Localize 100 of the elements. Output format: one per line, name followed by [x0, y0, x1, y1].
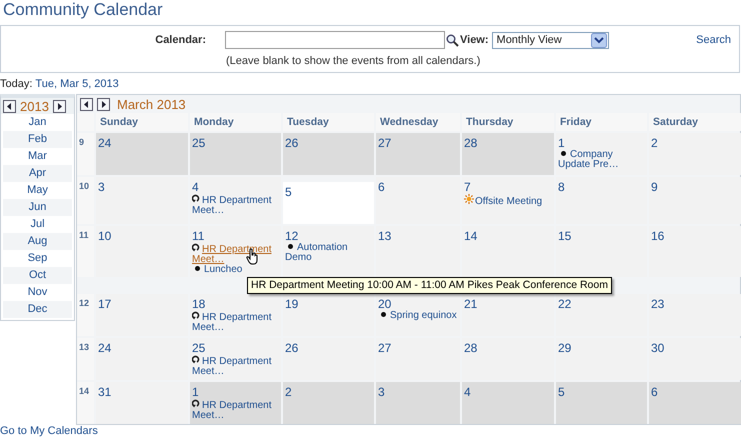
- day-cell[interactable]: 24: [96, 133, 188, 175]
- day-cell[interactable]: 16: [649, 226, 741, 277]
- day-cell[interactable]: 31: [96, 382, 188, 424]
- day-cell[interactable]: 20 Spring equinox: [376, 294, 460, 336]
- day-cell[interactable]: 27: [376, 133, 460, 175]
- day-number[interactable]: 29: [558, 341, 646, 355]
- day-cell[interactable]: 26: [283, 338, 374, 380]
- month-link[interactable]: Jun: [3, 199, 72, 216]
- day-number[interactable]: 19: [285, 297, 373, 311]
- day-number[interactable]: 2: [651, 136, 741, 150]
- day-number[interactable]: 28: [464, 341, 553, 355]
- view-dropdown[interactable]: Monthly View: [492, 32, 609, 48]
- day-number[interactable]: 5: [558, 385, 646, 399]
- day-number[interactable]: 23: [651, 297, 741, 311]
- day-number[interactable]: 5: [285, 185, 292, 222]
- day-number[interactable]: 11: [192, 229, 280, 243]
- day-number[interactable]: 27: [378, 136, 459, 150]
- day-cell[interactable]: 2: [649, 133, 741, 175]
- day-cell[interactable]: 30: [649, 338, 741, 380]
- day-number[interactable]: 2: [285, 385, 373, 399]
- day-number[interactable]: 28: [464, 136, 553, 150]
- event-link[interactable]: HR Department Meet…: [192, 399, 280, 421]
- day-cell[interactable]: 3: [96, 177, 188, 224]
- day-cell[interactable]: 27: [376, 338, 460, 380]
- event-link[interactable]: Luncheo: [192, 265, 280, 275]
- my-calendars-link[interactable]: Go to My Calendars: [0, 425, 741, 437]
- day-number[interactable]: 21: [464, 297, 553, 311]
- day-number[interactable]: 16: [651, 229, 741, 243]
- previous-icon[interactable]: [3, 100, 16, 112]
- day-cell[interactable]: 3: [376, 382, 460, 424]
- next-icon[interactable]: [52, 100, 66, 112]
- day-number[interactable]: 1: [192, 385, 280, 399]
- day-cell[interactable]: 17: [96, 294, 188, 336]
- day-cell[interactable]: 22: [556, 294, 647, 336]
- event-link[interactable]: HR Department Meet…: [192, 355, 280, 377]
- day-number[interactable]: 10: [98, 229, 187, 243]
- day-number[interactable]: 13: [378, 229, 459, 243]
- day-number[interactable]: 31: [98, 385, 187, 399]
- day-cell[interactable]: 5: [556, 382, 647, 424]
- day-cell[interactable]: 8: [556, 177, 647, 224]
- month-link[interactable]: Feb: [3, 131, 72, 148]
- search-icon[interactable]: [446, 34, 459, 46]
- day-cell[interactable]: 6: [649, 382, 741, 424]
- event-link[interactable]: Offsite Meeting: [464, 194, 553, 207]
- month-link[interactable]: Mar: [3, 148, 72, 165]
- day-number[interactable]: 25: [192, 136, 280, 150]
- month-link[interactable]: Aug: [3, 233, 72, 250]
- event-link[interactable]: Automation Demo: [285, 243, 373, 263]
- day-cell[interactable]: 23: [649, 294, 741, 336]
- day-cell[interactable]: 7 Offsite Meeting: [462, 177, 554, 224]
- month-link[interactable]: Jul: [3, 216, 72, 233]
- day-number[interactable]: 17: [98, 297, 187, 311]
- day-number[interactable]: 15: [558, 229, 646, 243]
- today-link[interactable]: Tue, Mar 5, 2013: [35, 78, 119, 92]
- day-cell[interactable]: 5: [283, 182, 374, 224]
- previous-icon[interactable]: [80, 98, 93, 110]
- day-number[interactable]: 4: [464, 385, 553, 399]
- day-cell[interactable]: 11 HR Department Meet… Luncheo: [190, 226, 281, 277]
- month-link[interactable]: May: [3, 182, 72, 199]
- event-link[interactable]: HR Department Meet…: [192, 311, 280, 333]
- day-number[interactable]: 8: [558, 180, 646, 194]
- next-icon[interactable]: [97, 98, 110, 110]
- day-cell[interactable]: 1 HR Department Meet…: [190, 382, 281, 424]
- event-link[interactable]: HR Department Meet…: [192, 194, 280, 216]
- search-link[interactable]: Search: [696, 34, 731, 46]
- day-cell[interactable]: 4: [462, 382, 554, 424]
- day-cell[interactable]: 15: [556, 226, 647, 277]
- day-number[interactable]: 6: [651, 385, 741, 399]
- calendar-field[interactable]: [225, 31, 445, 49]
- day-cell[interactable]: 4 HR Department Meet…: [190, 177, 281, 224]
- day-number[interactable]: 7: [464, 180, 553, 194]
- day-number[interactable]: 25: [192, 341, 280, 355]
- day-number[interactable]: 24: [98, 136, 187, 150]
- month-link[interactable]: Sep: [3, 250, 72, 267]
- day-cell[interactable]: 26: [283, 133, 374, 175]
- day-number[interactable]: 3: [378, 385, 459, 399]
- day-number[interactable]: 26: [285, 136, 373, 150]
- day-number[interactable]: 24: [98, 341, 187, 355]
- month-link[interactable]: Apr: [3, 165, 72, 182]
- day-number[interactable]: 30: [651, 341, 741, 355]
- day-cell[interactable]: 13: [376, 226, 460, 277]
- day-cell[interactable]: 1 Company Update Pre…: [556, 133, 647, 175]
- day-number[interactable]: 12: [285, 229, 373, 243]
- day-cell[interactable]: 10: [96, 226, 188, 277]
- day-number[interactable]: 18: [192, 297, 280, 311]
- day-cell[interactable]: 9: [649, 177, 741, 224]
- day-cell[interactable]: 25 HR Department Meet…: [190, 338, 281, 380]
- day-number[interactable]: 6: [378, 180, 459, 194]
- event-link[interactable]: HR Department Meet…: [192, 243, 280, 265]
- day-cell[interactable]: 19: [283, 294, 374, 336]
- day-number[interactable]: 4: [192, 180, 280, 194]
- month-link[interactable]: Nov: [3, 284, 72, 301]
- day-cell[interactable]: 28: [462, 338, 554, 380]
- day-cell[interactable]: 24: [96, 338, 188, 380]
- day-cell[interactable]: 14: [462, 226, 554, 277]
- month-link[interactable]: Oct: [3, 267, 72, 284]
- day-cell[interactable]: 28: [462, 133, 554, 175]
- day-cell[interactable]: 2: [283, 382, 374, 424]
- day-cell[interactable]: 29: [556, 338, 647, 380]
- day-number[interactable]: 3: [98, 180, 187, 194]
